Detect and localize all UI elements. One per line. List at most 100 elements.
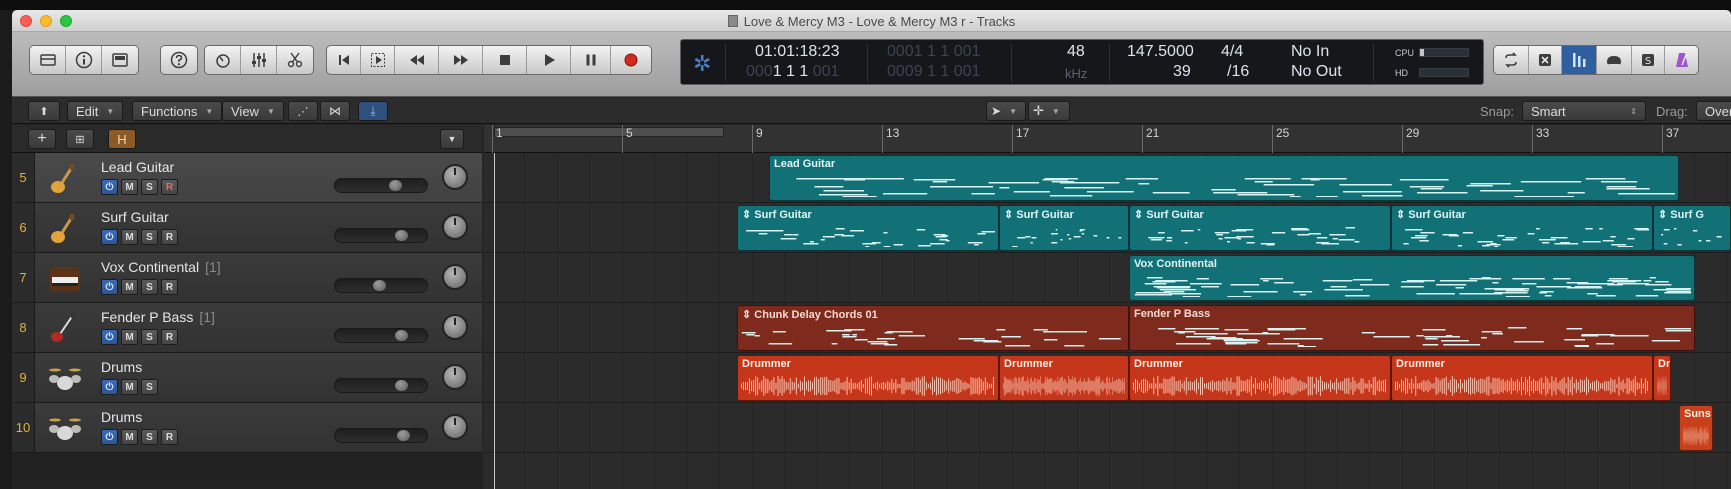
mixer-button[interactable] bbox=[241, 46, 277, 74]
new-track-button[interactable]: + bbox=[28, 129, 56, 149]
track-on-off-button[interactable]: ⏻ bbox=[101, 429, 118, 445]
flex-button[interactable]: ⋈ bbox=[320, 101, 350, 121]
volume-fader[interactable] bbox=[334, 228, 428, 243]
track-on-off-button[interactable]: ⏻ bbox=[101, 379, 118, 395]
volume-fader-handle[interactable] bbox=[395, 380, 408, 391]
snap-dropdown[interactable]: Smart ⇕ bbox=[1522, 101, 1646, 121]
track-on-off-button[interactable]: ⏻ bbox=[101, 179, 118, 195]
pan-knob[interactable] bbox=[442, 264, 468, 290]
mute-button[interactable]: M bbox=[121, 179, 138, 195]
rewind-button[interactable] bbox=[395, 46, 439, 74]
record-button[interactable] bbox=[611, 46, 651, 74]
view-menu[interactable]: View ▼ bbox=[222, 101, 284, 121]
solo-button[interactable]: S bbox=[141, 229, 158, 245]
pan-knob[interactable] bbox=[442, 364, 468, 390]
bass-region[interactable]: ⇕ Chunk Delay Chords 01 bbox=[737, 305, 1129, 351]
drummer-region[interactable]: Drummer bbox=[737, 355, 999, 401]
solo-button[interactable]: S bbox=[141, 379, 158, 395]
pan-knob[interactable] bbox=[442, 214, 468, 240]
volume-fader[interactable] bbox=[334, 328, 428, 343]
duplicate-track-button[interactable]: ⊞ bbox=[66, 129, 94, 149]
count-in-button[interactable] bbox=[1597, 46, 1632, 74]
bass-guitar-icon[interactable] bbox=[46, 309, 84, 347]
volume-fader[interactable] bbox=[334, 278, 428, 293]
smart-controls-button[interactable] bbox=[205, 46, 241, 74]
catch-button[interactable]: ⤓ bbox=[358, 101, 388, 121]
record-enable-button[interactable]: R bbox=[161, 429, 178, 445]
midi-region[interactable]: ⇕ Surf G bbox=[1653, 205, 1731, 251]
track-name[interactable]: Surf Guitar bbox=[101, 209, 175, 225]
play-button[interactable] bbox=[527, 46, 571, 74]
functions-menu[interactable]: Functions ▼ bbox=[132, 101, 223, 121]
volume-fader[interactable] bbox=[334, 378, 428, 393]
left-locator[interactable]: 0001 1 1 001 bbox=[887, 43, 980, 61]
drummer-region[interactable]: Drummer bbox=[1391, 355, 1653, 401]
tuner-button[interactable] bbox=[1562, 46, 1597, 74]
stop-button[interactable] bbox=[483, 46, 527, 74]
go-to-beginning-button[interactable] bbox=[327, 46, 361, 74]
track-name[interactable]: Drums bbox=[101, 359, 148, 375]
record-enable-button[interactable]: R bbox=[161, 229, 178, 245]
fast-forward-button[interactable] bbox=[439, 46, 483, 74]
solo-button[interactable]: S bbox=[141, 429, 158, 445]
pointer-tool-menu[interactable]: ➤ ▼ bbox=[986, 101, 1026, 121]
track-header[interactable]: 7 Vox Continental [1] ⏻ M S R bbox=[12, 253, 482, 303]
drummer-region[interactable]: Dr bbox=[1653, 355, 1671, 401]
volume-fader-handle[interactable] bbox=[389, 180, 402, 191]
record-enable-button[interactable]: R bbox=[161, 279, 178, 295]
global-tracks-button[interactable]: ▼ bbox=[440, 129, 464, 149]
drum-kit-icon[interactable] bbox=[46, 359, 84, 397]
go-up-button[interactable]: ⬆ bbox=[28, 101, 60, 121]
pan-knob[interactable] bbox=[442, 164, 468, 190]
solo-button[interactable]: S bbox=[141, 179, 158, 195]
pause-button[interactable] bbox=[571, 46, 611, 74]
marquee-tool-menu[interactable]: ✛ ▼ bbox=[1028, 101, 1070, 121]
volume-fader[interactable] bbox=[334, 428, 428, 443]
volume-fader[interactable] bbox=[334, 178, 428, 193]
drummer-region[interactable]: Drummer bbox=[999, 355, 1129, 401]
track-header[interactable]: 6 Surf Guitar ⏻ M S R bbox=[12, 203, 482, 253]
solo-button[interactable]: S bbox=[141, 279, 158, 295]
play-from-selection-button[interactable] bbox=[361, 46, 395, 74]
bar-ruler[interactable]: 1 5 9 13 17 21 25 29 33 37 bbox=[484, 125, 1731, 153]
volume-fader-handle[interactable] bbox=[397, 430, 410, 441]
midi-region[interactable]: ⇕ Surf Guitar bbox=[737, 205, 999, 251]
tracks-area[interactable]: Lead Guitar ⇕ Surf Guitar ⇕ Surf Guitar ⇕ S… bbox=[484, 153, 1731, 489]
midi-region[interactable]: ⇕ Surf Guitar bbox=[1129, 205, 1391, 251]
track-on-off-button[interactable]: ⏻ bbox=[101, 279, 118, 295]
quick-help-button[interactable] bbox=[161, 46, 197, 74]
track-header[interactable]: 5 Lead Guitar ⏻ M S R bbox=[12, 153, 482, 203]
guitar-icon[interactable] bbox=[46, 209, 84, 247]
automation-button[interactable]: ⋰ bbox=[288, 101, 318, 121]
mute-button[interactable]: M bbox=[121, 429, 138, 445]
track-header[interactable]: 8 Fender P Bass [1] ⏻ M S R bbox=[12, 303, 482, 353]
volume-fader-handle[interactable] bbox=[395, 230, 408, 241]
time-signature[interactable]: 4/4 bbox=[1221, 43, 1243, 61]
track-on-off-button[interactable]: ⏻ bbox=[101, 329, 118, 345]
drummer-region[interactable]: Drummer bbox=[1129, 355, 1391, 401]
inspector-button[interactable] bbox=[66, 46, 102, 74]
pan-knob[interactable] bbox=[442, 314, 468, 340]
track-header[interactable]: 10 Drums ⏻ M S R bbox=[12, 403, 482, 453]
mute-button[interactable]: M bbox=[121, 229, 138, 245]
midi-region[interactable]: ⇕ Surf Guitar bbox=[999, 205, 1129, 251]
drag-dropdown[interactable]: Over bbox=[1696, 101, 1731, 121]
mute-button[interactable]: M bbox=[121, 279, 138, 295]
record-enable-button[interactable]: R bbox=[161, 179, 178, 195]
cycle-button[interactable] bbox=[1494, 46, 1529, 74]
editors-button[interactable] bbox=[277, 46, 313, 74]
toolbar-button[interactable] bbox=[102, 46, 138, 74]
track-header[interactable]: 9 Drums ⏻ M S bbox=[12, 353, 482, 403]
organ-icon[interactable] bbox=[46, 259, 84, 297]
drummer-region[interactable]: Suns bbox=[1679, 405, 1713, 451]
mute-button[interactable]: M bbox=[121, 329, 138, 345]
solo-button[interactable]: S bbox=[141, 329, 158, 345]
midi-region[interactable]: Lead Guitar bbox=[769, 155, 1679, 201]
tempo-value[interactable]: 147.5000 bbox=[1127, 43, 1194, 61]
library-button[interactable] bbox=[30, 46, 66, 74]
record-enable-button[interactable]: R bbox=[161, 329, 178, 345]
track-name[interactable]: Lead Guitar bbox=[101, 159, 180, 175]
volume-fader-handle[interactable] bbox=[373, 280, 386, 291]
lcd-settings-gear-icon[interactable]: ✲ bbox=[693, 51, 711, 77]
mute-button[interactable]: M bbox=[121, 379, 138, 395]
